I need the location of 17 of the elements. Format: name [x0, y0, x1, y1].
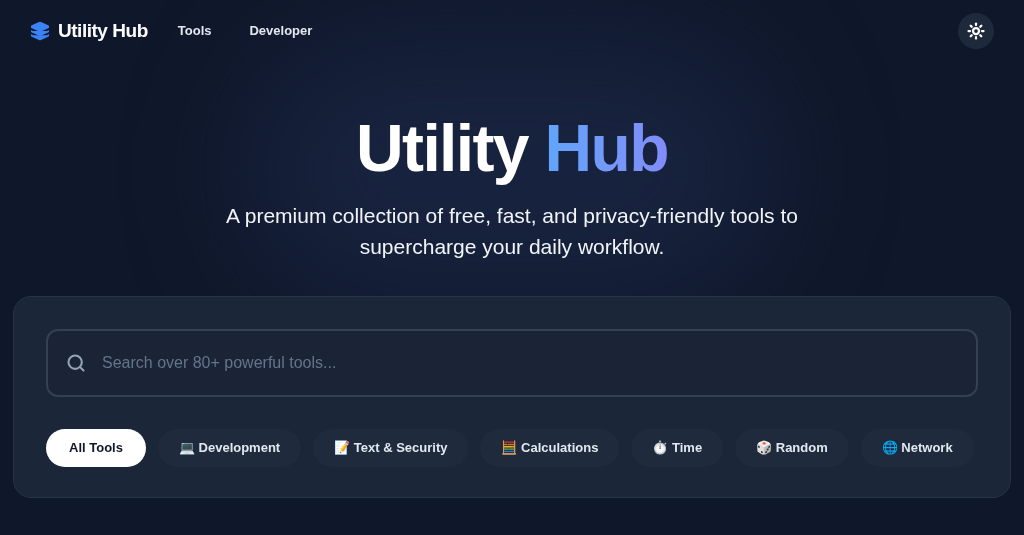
layers-logo-icon: [30, 21, 50, 41]
category-chip[interactable]: ⏱ Time: [631, 429, 724, 467]
hero-subtitle: A premium collection of free, fast, and privacy-friendly tools to supercharge your daily workflow.: [225, 203, 799, 260]
category-chip[interactable]: 🎲 Random: [735, 429, 849, 467]
search-field[interactable]: Search over 80+ powerful tools...: [46, 329, 978, 397]
nav-link[interactable]: Tools: [177, 21, 212, 41]
category-chip[interactable]: 💻 Development: [157, 429, 302, 467]
brand-name[interactable]: Utility Hub: [58, 16, 148, 46]
category-chip[interactable]: 🌐 Network: [860, 429, 974, 467]
nav-link[interactable]: Developer: [249, 21, 313, 41]
sun-icon: [967, 22, 985, 40]
category-chip[interactable]: All Tools: [46, 429, 146, 467]
hero-title: Utility Hub: [356, 110, 668, 186]
category-chip[interactable]: 🧮 Calculations: [480, 429, 620, 467]
theme-toggle-button[interactable]: [958, 13, 994, 49]
category-chip[interactable]: 📝 Text & Security: [313, 429, 469, 467]
search-icon: [66, 353, 86, 373]
